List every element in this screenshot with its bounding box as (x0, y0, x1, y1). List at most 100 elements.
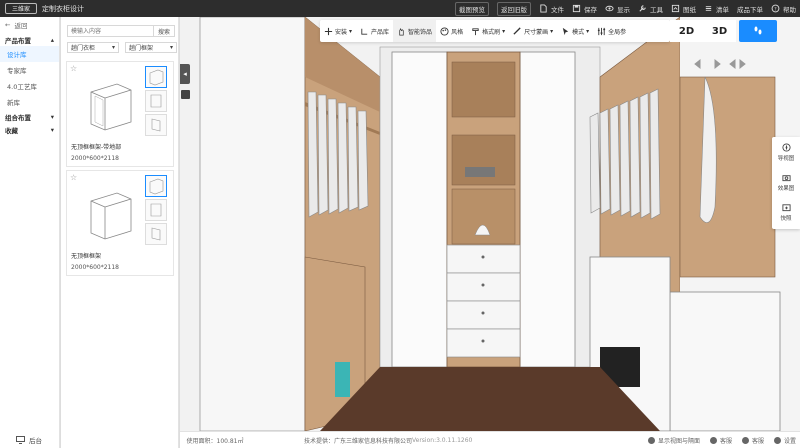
star-icon[interactable]: ☆ (70, 64, 77, 73)
chevron-down-icon: ▾ (50, 112, 54, 121)
thumbnail[interactable] (145, 175, 167, 197)
monitor-icon (16, 436, 25, 444)
back-to-old-button[interactable]: 返回旧版 (497, 1, 531, 16)
render-button[interactable]: 效果图 (772, 167, 800, 197)
chevron-down-icon: ▾ (111, 44, 115, 51)
product-card[interactable]: ☆ 无顶框框架-带地部 2000*600*2118 (66, 61, 174, 167)
smart-decor-button[interactable]: 智能饰品 (393, 20, 437, 42)
tools-menu[interactable]: 工具 (638, 4, 663, 14)
product-panel: 搜索 趟门衣柜 ▾ 趟门框架 ▾ ☆ 无顶框 (61, 17, 179, 448)
star-icon[interactable]: ☆ (70, 173, 77, 182)
chevron-down-icon: ▾ (586, 27, 590, 35)
chevron-down-icon: ▾ (502, 27, 506, 35)
plus-icon (324, 27, 333, 35)
search-input[interactable] (67, 25, 154, 37)
sidebar-item-design-library[interactable]: 设计库 (0, 46, 59, 62)
hand-icon (399, 27, 404, 35)
global-params-button[interactable]: 全局参 (593, 20, 630, 42)
thumbnail[interactable] (145, 114, 167, 136)
3d-viewport[interactable] (180, 17, 800, 431)
brush-icon (472, 27, 479, 35)
install-button[interactable]: 安装 ▾ (320, 20, 356, 42)
support-button[interactable]: 客服 (709, 436, 732, 445)
backend-button[interactable]: 后台 (16, 435, 42, 445)
app-title: 定制衣柜设计 (42, 4, 84, 13)
walkthrough-button[interactable] (739, 20, 777, 42)
section-combo-layout[interactable]: 组合布置 ▾ (0, 110, 59, 123)
product-dims: 2000*600*2118 (71, 264, 119, 271)
product-image (90, 83, 132, 131)
top-bar: 三维家 定制衣柜设计 截图预览 返回旧版 文件 保存 显示 工具 图纸 清单 成… (0, 0, 800, 17)
main-toolbar: 安装 ▾ 产品库 智能饰品 风格 格式刷 ▾ 尺寸蒙画 ▾ 模式 ▾ 全局参 (320, 20, 670, 42)
collapse-panel-button[interactable]: ◂ (180, 64, 190, 84)
drawings-menu[interactable]: 图纸 (671, 4, 696, 14)
list-icon (705, 6, 712, 11)
section-favorites[interactable]: 收藏 ▾ (0, 123, 59, 136)
thumbnail[interactable] (145, 90, 167, 112)
hanger-icon (361, 28, 368, 35)
settings-button[interactable]: 设置 (773, 436, 796, 445)
navigation-view-button[interactable]: 导视图 (772, 137, 800, 167)
screenshot-preview-button[interactable]: 截图预览 (455, 1, 489, 16)
sidebar-item-craft-library[interactable]: 4.0工艺库 (0, 78, 59, 94)
tech-provider: 技术提供：广东三维家信息科技有限公司 (304, 437, 413, 445)
ruler-icon (513, 26, 521, 35)
wardrobe-scene (180, 17, 800, 431)
back-button[interactable]: ← 返回 (0, 17, 59, 33)
section-product-layout[interactable]: 产品布置 ▴ (0, 33, 59, 46)
product-name: 无顶框框架 (71, 253, 102, 260)
eye-icon (605, 5, 614, 12)
sidebar-item-new-library[interactable]: 新库 (0, 94, 59, 110)
thumbnail[interactable] (145, 66, 167, 88)
chevron-down-icon: ▾ (550, 27, 554, 35)
file-menu[interactable]: 文件 (539, 4, 564, 14)
left-sidebar: ← 返回 产品布置 ▴ 设计库 专家库 4.0工艺库 新库 组合布置 ▾ 收藏 … (0, 17, 60, 448)
footprints-icon (754, 26, 762, 35)
product-image (90, 192, 132, 240)
sidebar-item-expert-library[interactable]: 专家库 (0, 62, 59, 78)
display-menu[interactable]: 显示 (605, 4, 630, 14)
dimension-button[interactable]: 尺寸蒙画 ▾ (509, 20, 557, 42)
save-icon (572, 4, 581, 13)
help-icon: ? (771, 4, 780, 13)
chevron-up-icon: ▴ (50, 35, 54, 44)
version-label: Version:3.0.11.1260 (412, 436, 473, 444)
chat-icon (741, 436, 749, 444)
style-button[interactable]: 风格 (436, 20, 467, 42)
headset-icon (709, 436, 717, 444)
save-button[interactable]: 保存 (572, 4, 597, 14)
product-name: 无顶框框架-带地部 (71, 144, 122, 151)
order-button[interactable]: 成品下单 (737, 4, 763, 14)
view-2d-button[interactable]: 2D (670, 20, 703, 42)
view-3d-button[interactable]: 3D (703, 20, 736, 42)
mode-button[interactable]: 模式 ▾ (557, 20, 593, 42)
logo: 三维家 (0, 3, 40, 14)
service-button[interactable]: 客服 (741, 436, 764, 445)
subcategory-filter[interactable]: 趟门框架 ▾ (125, 42, 177, 53)
camera-icon (781, 174, 791, 181)
usage-area: 使用面积：100.81㎡ (186, 437, 244, 445)
thumbnail[interactable] (145, 199, 167, 221)
chevron-down-icon: ▾ (349, 27, 353, 35)
show-view-toggle[interactable]: 显示视图与隔面 (647, 436, 700, 445)
compass-icon (781, 142, 791, 152)
chevron-down-icon: ▾ (50, 125, 54, 134)
camera-tool-button[interactable] (181, 90, 190, 99)
thumbnail[interactable] (145, 223, 167, 245)
format-painter-button[interactable]: 格式刷 ▾ (467, 20, 509, 42)
list-menu[interactable]: 清单 (704, 4, 729, 14)
snapshot-button[interactable]: 快照 (772, 197, 800, 227)
search-button[interactable]: 搜索 (154, 25, 175, 37)
right-toolbox: 导视图 效果图 快照 (772, 137, 800, 229)
drawing-icon (671, 4, 680, 13)
product-library-button[interactable]: 产品库 (356, 20, 393, 42)
toggle-icon (647, 436, 655, 444)
status-bar: 使用面积：100.81㎡ 技术提供：广东三维家信息科技有限公司 Version:… (180, 431, 800, 448)
category-filter[interactable]: 趟门衣柜 ▾ (67, 42, 119, 53)
product-card[interactable]: ☆ 无顶框框架 2000*600*2118 (66, 170, 174, 276)
snapshot-icon (781, 203, 791, 211)
sliders-icon (598, 27, 606, 35)
help-menu[interactable]: ? 帮助 (771, 4, 796, 14)
palette-icon (440, 26, 449, 36)
arrow-left-icon: ← (5, 21, 11, 29)
